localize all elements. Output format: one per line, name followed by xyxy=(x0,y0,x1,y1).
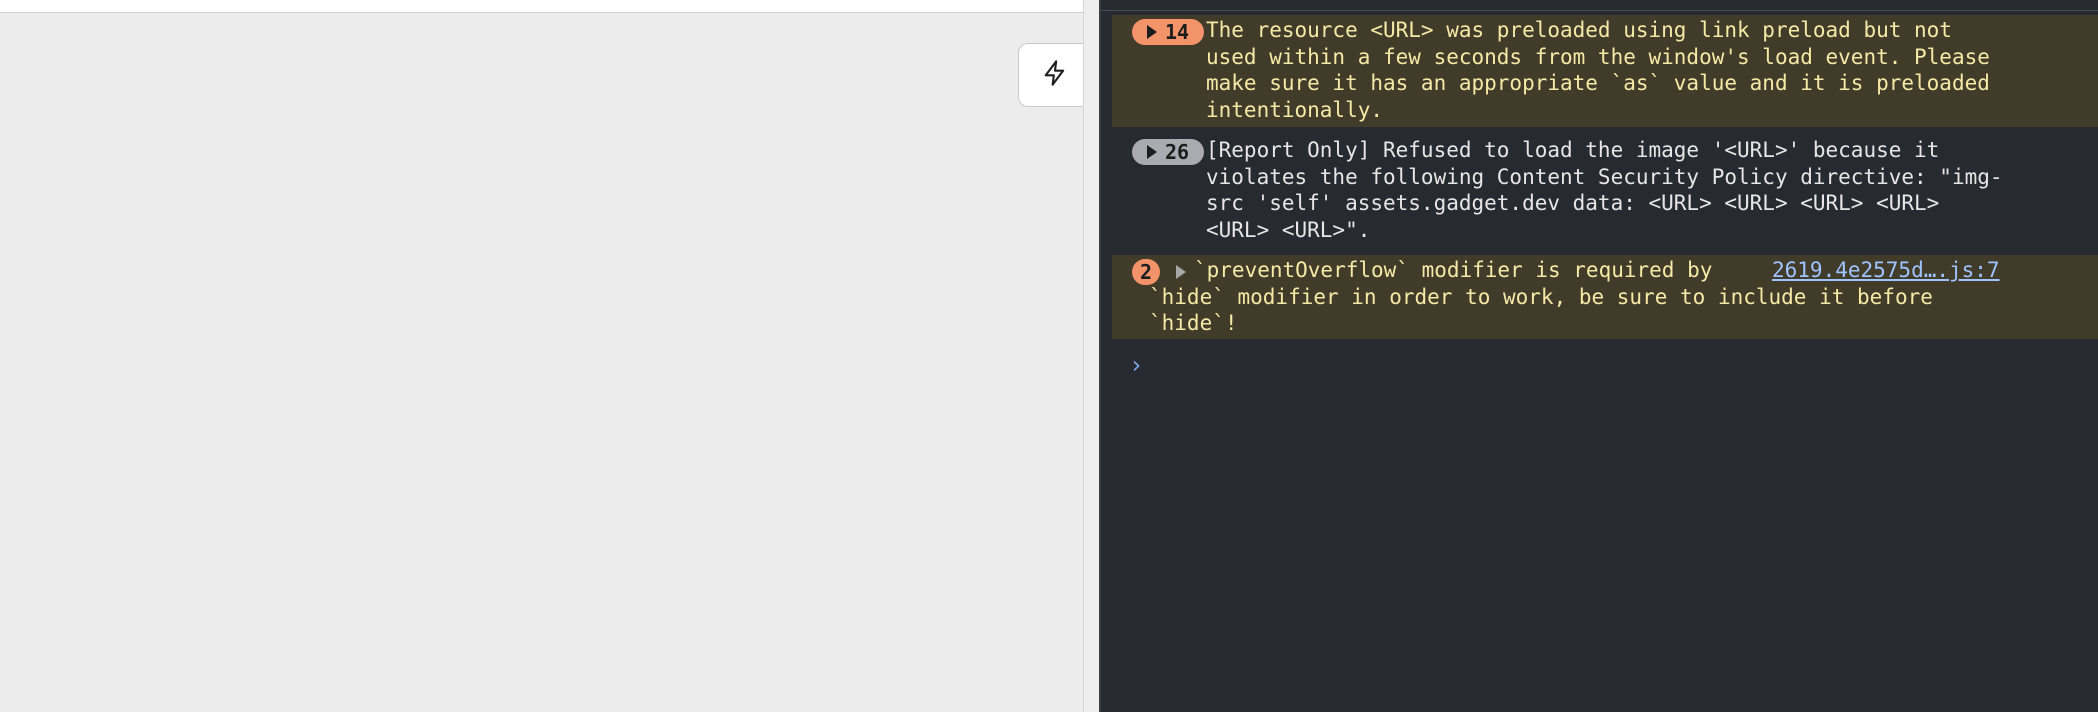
console-toolbar-edge xyxy=(1101,0,2098,11)
repeat-count-badge[interactable]: 14 xyxy=(1132,19,1204,45)
lightning-bolt-icon xyxy=(1041,59,1069,92)
expand-triangle-icon xyxy=(1146,145,1157,159)
source-link[interactable]: 2619.4e2575d….js:7 xyxy=(1772,257,2000,284)
console-message-warning[interactable]: 14 The resource <URL> was preloaded usin… xyxy=(1112,15,2098,127)
page-top-bar xyxy=(0,0,1083,13)
lightning-action-button[interactable] xyxy=(1018,43,1088,107)
devtools-console: 14 The resource <URL> was preloaded usin… xyxy=(1099,0,2098,712)
message-text: The resource <URL> was preloaded using l… xyxy=(1206,18,1990,122)
page-viewport xyxy=(0,0,1088,712)
message-text: [Report Only] Refused to load the image … xyxy=(1206,138,2003,242)
console-message-warning[interactable]: 2 `preventOverflow` modifier is required… xyxy=(1112,255,2098,339)
console-message-info[interactable]: 26 [Report Only] Refused to load the ima… xyxy=(1112,135,2098,247)
repeat-count: 14 xyxy=(1164,19,1190,44)
expand-triangle-icon xyxy=(1146,25,1157,39)
repeat-count-badge[interactable]: 26 xyxy=(1132,139,1204,165)
console-prompt[interactable]: › xyxy=(1129,352,1143,379)
repeat-count: 26 xyxy=(1164,139,1190,164)
panel-resize-handle[interactable] xyxy=(1083,0,1099,712)
